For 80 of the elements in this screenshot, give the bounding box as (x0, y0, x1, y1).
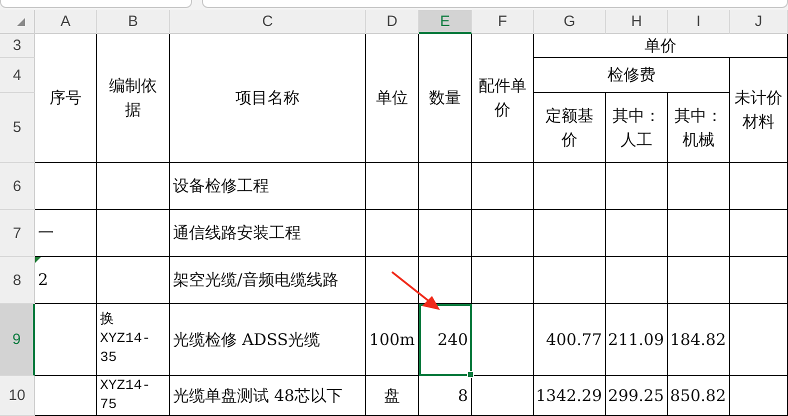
arrow-drawing (390, 270, 442, 312)
selected-cell[interactable]: 240 (419, 304, 472, 376)
row-header[interactable]: 7 (0, 210, 35, 257)
empty-cell (472, 210, 534, 257)
row-header[interactable]: 9 (0, 304, 35, 376)
triangle-marker-icon (35, 257, 41, 263)
column-header[interactable]: J (730, 10, 788, 34)
empty-cell (366, 163, 419, 210)
empty-cell (472, 304, 534, 376)
column-header[interactable]: C (170, 10, 366, 34)
table-cell: 光缆单盘测试 48芯以下 (170, 376, 366, 416)
empty-cell (668, 210, 730, 257)
table-cell: 设备检修工程 (170, 163, 366, 210)
column-header[interactable]: E (419, 10, 472, 34)
empty-cell (606, 257, 668, 304)
empty-cell (534, 210, 606, 257)
table-cell: 184.82 (668, 304, 730, 376)
empty-cell (606, 210, 668, 257)
table-cell: 2 (35, 257, 97, 304)
header-cell: 数量 (419, 34, 472, 163)
empty-cell (534, 257, 606, 304)
column-header[interactable]: I (668, 10, 730, 34)
empty-cell (419, 210, 472, 257)
header-cell: 检修费 (534, 58, 730, 93)
header-cell: 项目名称 (170, 34, 366, 163)
empty-cell (534, 163, 606, 210)
table-cell: 光缆检修 ADSS光缆 (170, 304, 366, 376)
empty-cell (472, 376, 534, 416)
header-cell: 定额基价 (534, 93, 606, 163)
header-cell: 配件单价 (472, 34, 534, 163)
header-cell: 单位 (366, 34, 419, 163)
empty-cell (668, 163, 730, 210)
header-cell: 单价 (534, 34, 788, 58)
empty-cell (668, 257, 730, 304)
formula-bar[interactable] (202, 0, 788, 8)
fill-handle[interactable] (467, 371, 474, 378)
header-cell: 编制依据 (97, 34, 170, 163)
table-cell: 400.77 (534, 304, 606, 376)
empty-cell (730, 257, 788, 304)
name-box[interactable] (0, 0, 192, 8)
header-cell: 序号 (35, 34, 97, 163)
row-header[interactable]: 8 (0, 257, 35, 304)
header-cell: 其中：人工 (606, 93, 668, 163)
table-cell: XYZ14-75 (97, 376, 170, 416)
table-cell: 盘 (366, 376, 419, 416)
table-cell: 8 (419, 376, 472, 416)
table-cell: 100m (366, 304, 419, 376)
empty-cell (730, 210, 788, 257)
select-all-corner[interactable] (0, 10, 35, 34)
column-header[interactable]: F (472, 10, 534, 34)
empty-cell (472, 163, 534, 210)
empty-cell (730, 304, 788, 376)
empty-cell (472, 257, 534, 304)
row-header[interactable]: 6 (0, 163, 35, 210)
row-header[interactable]: 10 (0, 376, 35, 416)
row-header[interactable]: 5 (0, 93, 35, 163)
table-cell: 架空光缆/音频电缆线路 (170, 257, 366, 304)
column-header[interactable]: D (366, 10, 419, 34)
row-header[interactable]: 4 (0, 58, 35, 93)
table-cell: 850.82 (668, 376, 730, 416)
select-all-icon (17, 18, 25, 26)
row-header[interactable]: 3 (0, 34, 35, 58)
column-header[interactable]: G (534, 10, 606, 34)
empty-cell (730, 163, 788, 210)
empty-cell (419, 163, 472, 210)
header-cell: 其中：机械 (668, 93, 730, 163)
empty-cell (366, 210, 419, 257)
header-cell: 未计价材料 (730, 58, 788, 163)
table-cell: 211.09 (606, 304, 668, 376)
table-cell: 通信线路安装工程 (170, 210, 366, 257)
column-header[interactable]: B (97, 10, 170, 34)
empty-cell (730, 376, 788, 416)
empty-cell (606, 163, 668, 210)
empty-cell (366, 257, 419, 304)
table-cell: 1342.29 (534, 376, 606, 416)
table-cell: 换XYZ14-35 (97, 304, 170, 376)
column-header[interactable]: A (35, 10, 97, 34)
column-header[interactable]: H (606, 10, 668, 34)
table-cell: 一 (35, 210, 97, 257)
table-cell: 299.25 (606, 376, 668, 416)
